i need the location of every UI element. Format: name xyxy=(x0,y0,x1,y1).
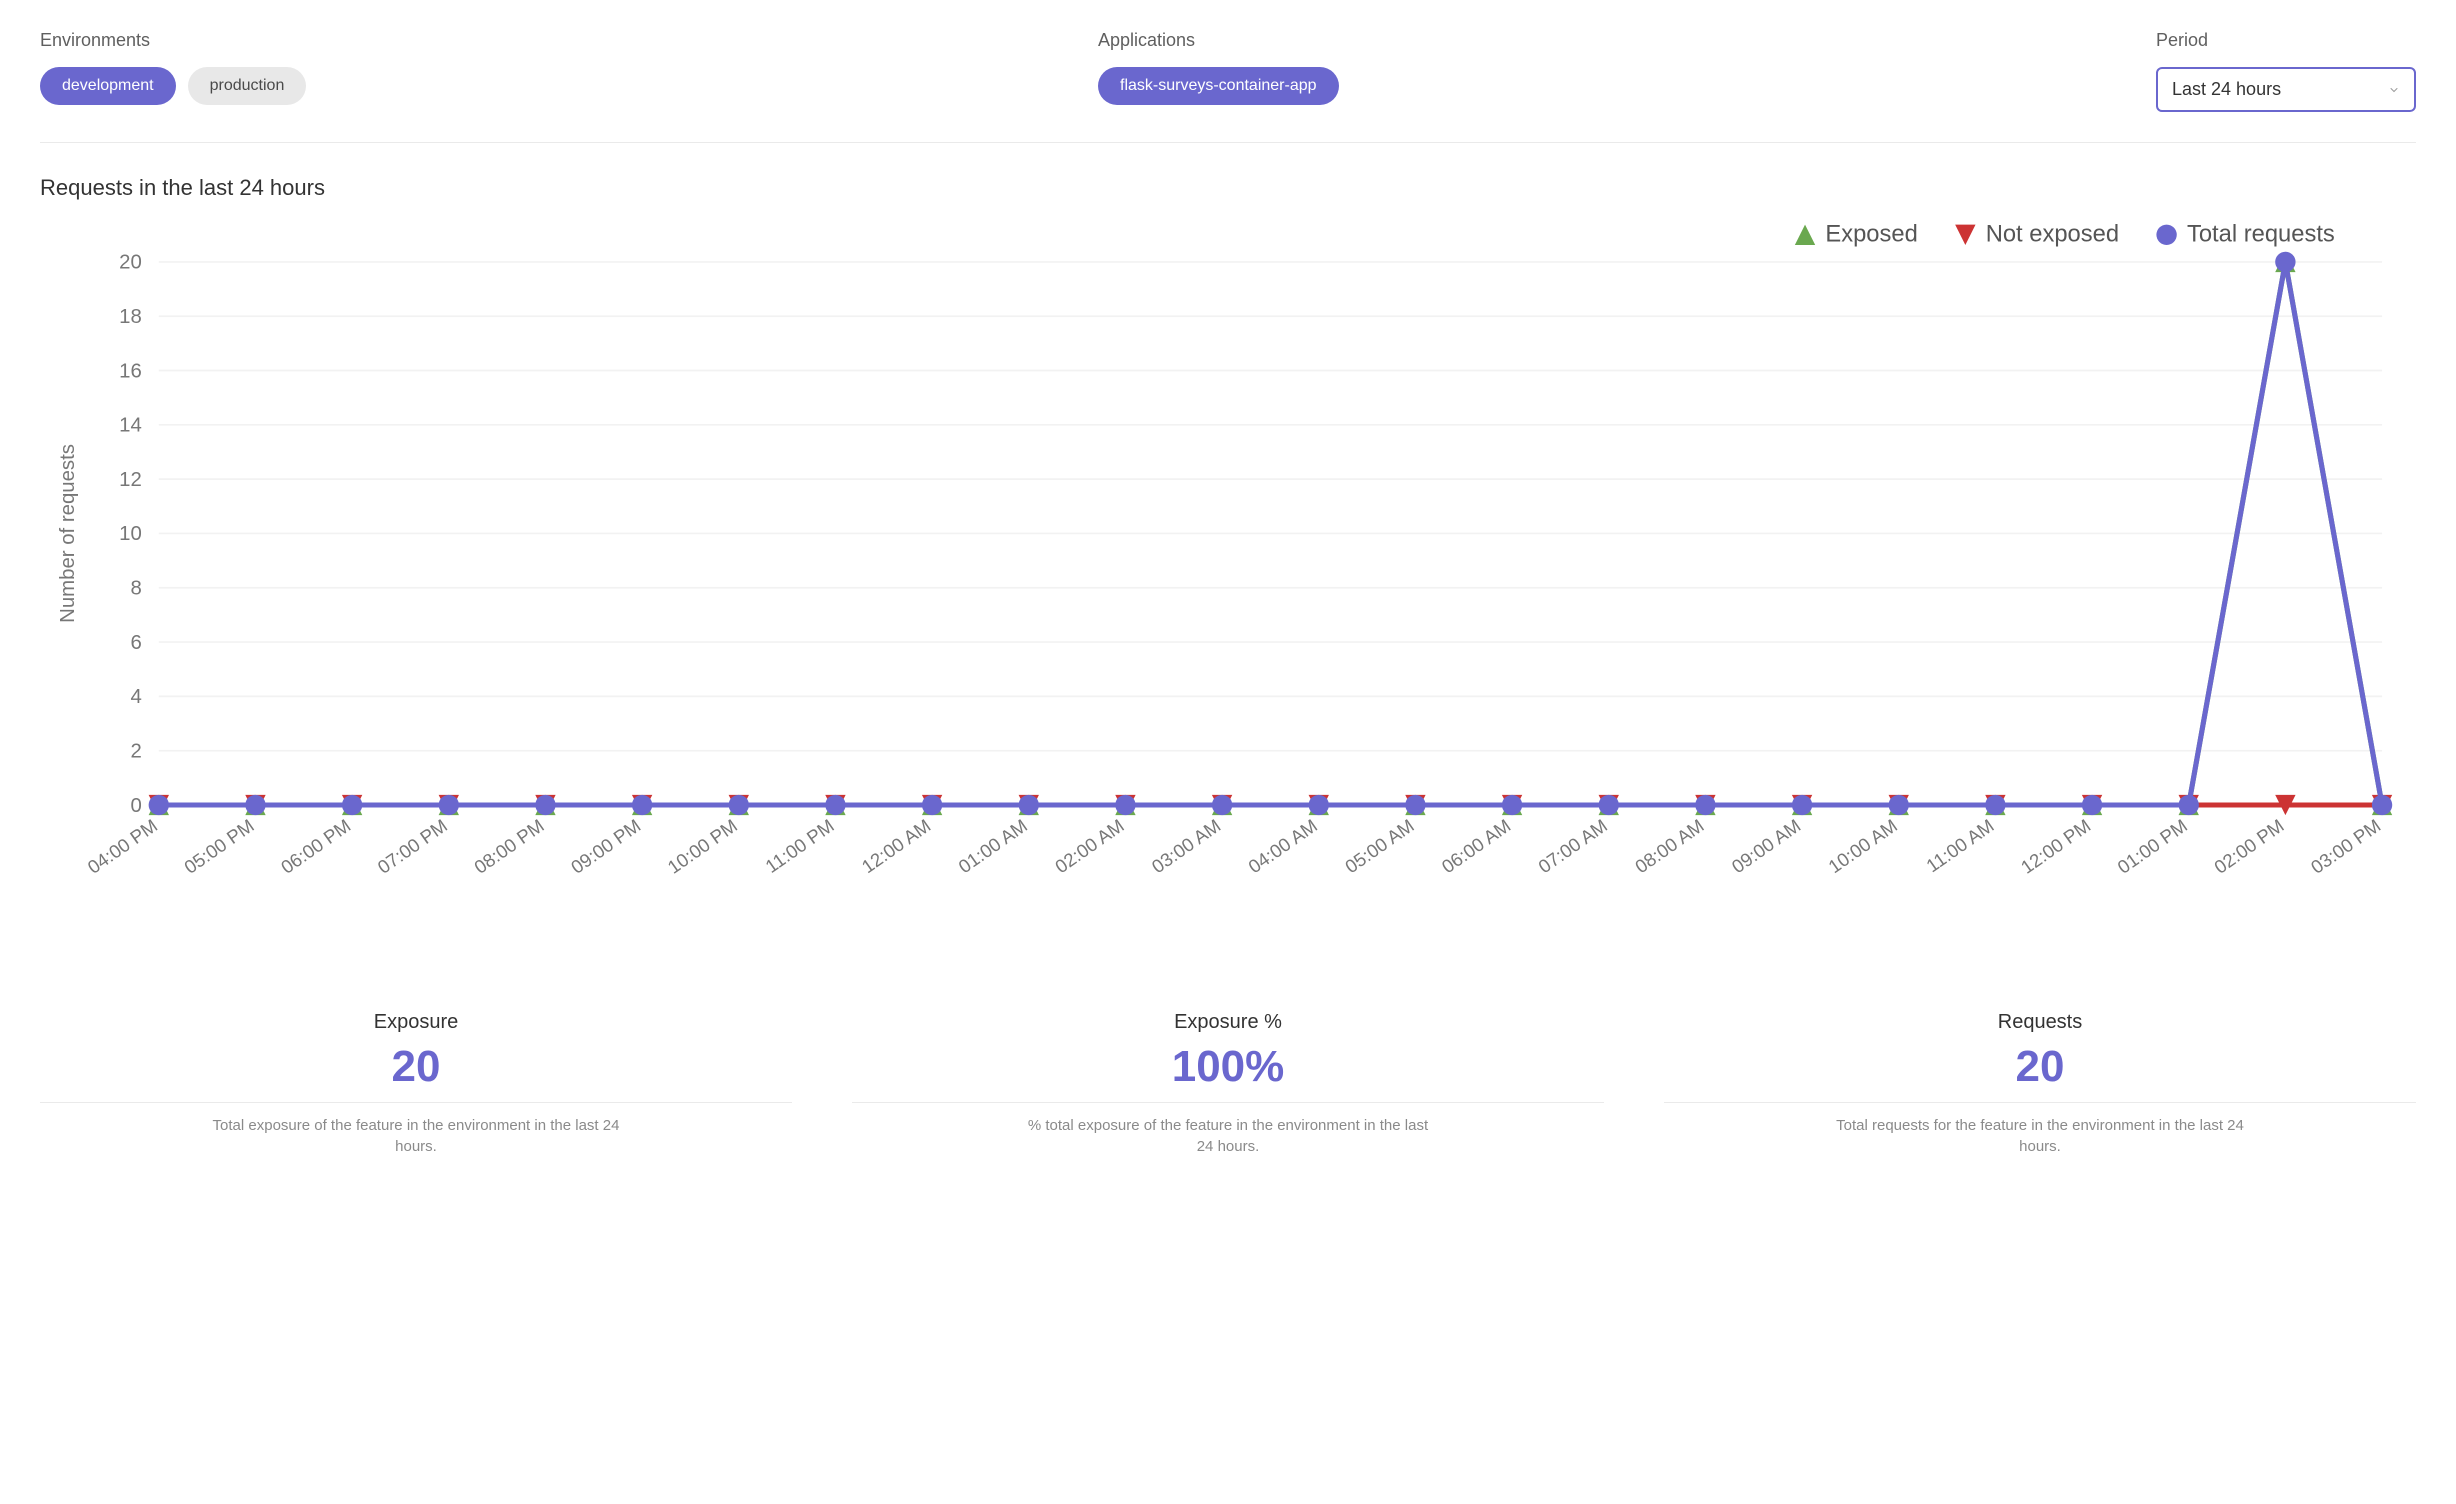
app-pill-flask-surveys[interactable]: flask-surveys-container-app xyxy=(1098,67,1339,105)
svg-text:20: 20 xyxy=(119,252,142,274)
svg-text:11:00 PM: 11:00 PM xyxy=(761,815,837,877)
svg-text:12: 12 xyxy=(119,469,142,491)
env-pill-production[interactable]: production xyxy=(188,67,307,105)
svg-text:11:00 AM: 11:00 AM xyxy=(1922,815,1997,877)
stat-desc: % total exposure of the feature in the e… xyxy=(1018,1115,1438,1157)
svg-text:03:00 AM: 03:00 AM xyxy=(1148,815,1225,877)
svg-text:18: 18 xyxy=(119,306,142,328)
svg-text:Number of requests: Number of requests xyxy=(57,444,79,623)
svg-text:Not exposed: Not exposed xyxy=(1986,221,2119,248)
chevron-down-icon xyxy=(2388,84,2400,96)
svg-text:04:00 PM: 04:00 PM xyxy=(84,815,161,878)
stat-divider xyxy=(1664,1102,2416,1103)
stat-title: Exposure xyxy=(40,1011,792,1034)
filter-bar: Environments development production Appl… xyxy=(40,30,2416,143)
svg-text:4: 4 xyxy=(131,686,142,708)
requests-chart: 0 2 4 6 8 10 12 14 16 18 20 Number of requests 04:00… xyxy=(40,211,2416,941)
svg-text:08:00 PM: 08:00 PM xyxy=(470,815,547,878)
svg-text:10:00 AM: 10:00 AM xyxy=(1824,815,1901,877)
svg-text:06:00 AM: 06:00 AM xyxy=(1438,815,1515,877)
svg-text:07:00 AM: 07:00 AM xyxy=(1534,815,1611,877)
stat-divider xyxy=(852,1102,1604,1103)
svg-text:Exposed: Exposed xyxy=(1825,221,1917,248)
svg-text:04:00 AM: 04:00 AM xyxy=(1244,815,1321,877)
svg-text:2: 2 xyxy=(131,740,142,762)
stat-value: 20 xyxy=(1664,1042,2416,1092)
stat-value: 20 xyxy=(40,1042,792,1092)
svg-text:03:00 PM: 03:00 PM xyxy=(2307,815,2384,878)
period-select[interactable]: Last 24 hours xyxy=(2156,67,2416,112)
stat-desc: Total exposure of the feature in the env… xyxy=(206,1115,626,1157)
svg-text:8: 8 xyxy=(131,578,142,600)
svg-text:0: 0 xyxy=(131,795,142,817)
stat-card-requests: Requests 20 Total requests for the featu… xyxy=(1664,1011,2416,1157)
filter-label-environments: Environments xyxy=(40,30,1038,51)
env-pill-development[interactable]: development xyxy=(40,67,176,105)
period-select-value: Last 24 hours xyxy=(2172,79,2281,100)
stat-card-exposure: Exposure 20 Total exposure of the featur… xyxy=(40,1011,792,1157)
svg-text:16: 16 xyxy=(119,360,142,382)
filter-label-period: Period xyxy=(2156,30,2416,51)
filter-label-applications: Applications xyxy=(1098,30,2096,51)
stat-title: Requests xyxy=(1664,1011,2416,1034)
svg-text:09:00 AM: 09:00 AM xyxy=(1728,815,1805,877)
stat-divider xyxy=(40,1102,792,1103)
svg-text:01:00 AM: 01:00 AM xyxy=(954,815,1031,877)
section-title: Requests in the last 24 hours xyxy=(40,175,2416,201)
svg-text:02:00 PM: 02:00 PM xyxy=(2210,815,2287,878)
environment-pill-row: development production xyxy=(40,67,1038,105)
svg-text:05:00 AM: 05:00 AM xyxy=(1341,815,1418,877)
stat-title: Exposure % xyxy=(852,1011,1604,1034)
svg-text:05:00 PM: 05:00 PM xyxy=(180,815,257,878)
svg-text:12:00 PM: 12:00 PM xyxy=(2017,815,2094,878)
filter-group-period: Period Last 24 hours xyxy=(2156,30,2416,112)
svg-text:14: 14 xyxy=(119,415,142,437)
svg-text:01:00 PM: 01:00 PM xyxy=(2114,815,2191,878)
filter-group-applications: Applications flask-surveys-container-app xyxy=(1098,30,2096,112)
svg-text:09:00 PM: 09:00 PM xyxy=(567,815,644,878)
svg-text:06:00 PM: 06:00 PM xyxy=(277,815,354,878)
stat-card-exposure-pct: Exposure % 100% % total exposure of the … xyxy=(852,1011,1604,1157)
svg-text:12:00 AM: 12:00 AM xyxy=(858,815,935,877)
svg-text:6: 6 xyxy=(131,632,142,654)
stats-row: Exposure 20 Total exposure of the featur… xyxy=(40,1011,2416,1157)
svg-text:02:00 AM: 02:00 AM xyxy=(1051,815,1128,877)
svg-text:10: 10 xyxy=(119,523,142,545)
stat-desc: Total requests for the feature in the en… xyxy=(1830,1115,2250,1157)
svg-text:10:00 PM: 10:00 PM xyxy=(664,815,741,878)
svg-text:08:00 AM: 08:00 AM xyxy=(1631,815,1708,877)
svg-text:07:00 PM: 07:00 PM xyxy=(374,815,451,878)
application-pill-row: flask-surveys-container-app xyxy=(1098,67,2096,105)
svg-text:Total requests: Total requests xyxy=(2187,221,2335,248)
stat-value: 100% xyxy=(852,1042,1604,1092)
filter-group-environments: Environments development production xyxy=(40,30,1038,112)
